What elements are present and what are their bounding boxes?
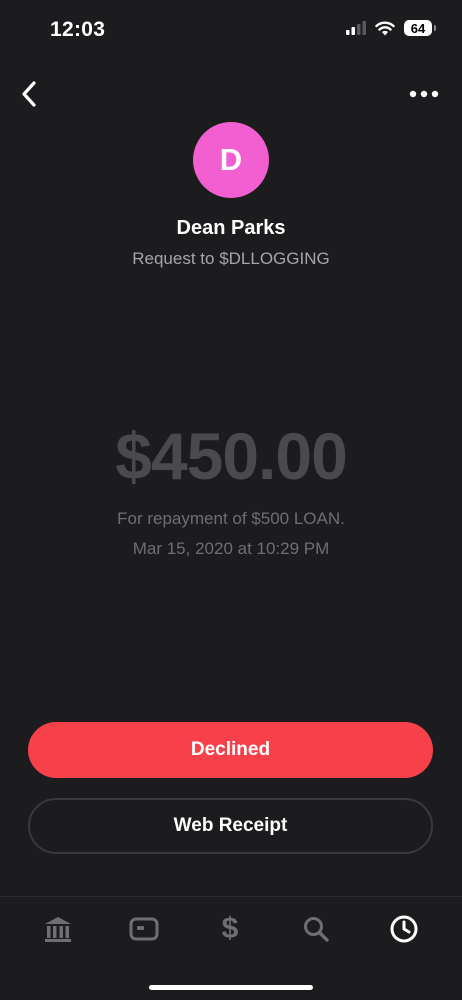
more-options-button[interactable] [406,80,442,108]
tab-card[interactable] [124,911,164,947]
declined-button[interactable]: Declined [28,722,433,778]
tab-activity[interactable] [384,911,424,947]
chevron-left-icon [22,81,36,107]
dollar-icon: $ [221,912,239,945]
bank-icon [45,917,71,942]
tab-search[interactable] [296,911,336,947]
status-bar: 12:03 64 [0,0,462,60]
signal-icon [346,21,366,35]
transaction-detail-screen: 12:03 64 D Dean Parks Request to $DLLOGG… [0,0,462,1000]
payment-date: Mar 15, 2020 at 10:29 PM [132,539,330,558]
web-receipt-button[interactable]: Web Receipt [28,798,433,854]
status-time: 12:03 [50,18,106,41]
status-icons: 64 [346,20,436,36]
tab-money[interactable]: $ [210,911,250,947]
search-icon [304,917,329,942]
payment-amount: $450.00 [115,419,348,493]
clock-icon [390,915,418,943]
recipient-name: Dean Parks [176,217,286,239]
wifi-icon [375,21,395,35]
tab-banking[interactable] [38,911,78,947]
back-button[interactable] [14,76,44,112]
avatar[interactable]: D [193,122,269,198]
payment-note: For repayment of $500 LOAN. [117,509,345,528]
request-subtitle: Request to $DLLOGGING [132,249,330,268]
more-horizontal-icon [409,90,439,98]
battery-icon: 64 [404,20,436,36]
card-icon [129,917,159,941]
home-indicator[interactable] [149,985,313,990]
